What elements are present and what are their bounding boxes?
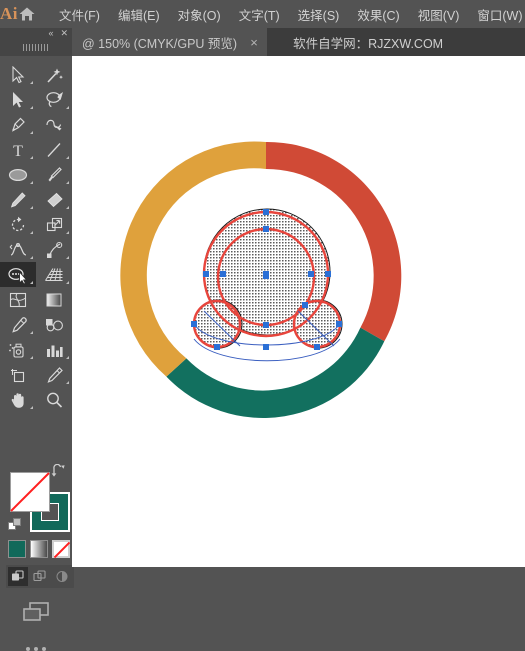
rotate-tool[interactable]	[0, 212, 36, 237]
tool-flyout-indicator	[66, 156, 69, 159]
tool-flyout-indicator	[66, 256, 69, 259]
tool-flyout-indicator	[66, 356, 69, 359]
donut-segment-green[interactable]	[166, 327, 385, 418]
swap-fill-stroke-icon[interactable]	[50, 463, 66, 484]
perspective-grid-tool[interactable]	[36, 262, 72, 287]
tool-flyout-indicator	[30, 406, 33, 409]
tool-flyout-indicator	[66, 381, 69, 384]
document-tab-bar: @ 150% (CMYK/GPU 预览) × 软件自学网：RJZXW.COM	[0, 28, 525, 56]
color-controls	[0, 460, 74, 651]
magic-wand-tool[interactable]	[36, 62, 72, 87]
scale-tool[interactable]	[36, 212, 72, 237]
draw-inside-mode-icon[interactable]	[52, 567, 72, 586]
panel-drag-grip[interactable]	[23, 44, 49, 51]
paint-mode-swatches	[8, 540, 70, 558]
slice-tool[interactable]	[36, 362, 72, 387]
tool-flyout-indicator	[30, 256, 33, 259]
document-tab[interactable]: @ 150% (CMYK/GPU 预览) ×	[72, 28, 268, 56]
tool-flyout-indicator	[30, 131, 33, 134]
menu-window[interactable]: 窗口(W)	[468, 1, 525, 28]
watermark-text: 软件自学网：RJZXW.COM	[293, 36, 444, 51]
tools-panel: T	[0, 56, 74, 651]
hand-tool[interactable]	[0, 387, 36, 412]
collapse-panel-icon[interactable]: «	[48, 29, 53, 38]
tool-flyout-indicator	[30, 281, 33, 284]
blend-tool[interactable]	[36, 312, 72, 337]
pencil-tool[interactable]	[0, 187, 36, 212]
illustrator-window: Ai 文件(F) 编辑(E) 对象(O) 文字(T) 选择(S) 效果(C) 视…	[0, 0, 525, 651]
menu-type[interactable]: 文字(T)	[230, 1, 289, 28]
tool-flyout-indicator	[66, 281, 69, 284]
pen-tool[interactable]	[0, 112, 36, 137]
tool-flyout-indicator	[30, 156, 33, 159]
menu-file[interactable]: 文件(F)	[50, 1, 109, 28]
eyedropper-tool[interactable]	[0, 312, 36, 337]
paintbrush-tool[interactable]	[36, 162, 72, 187]
drawing-modes	[6, 565, 74, 588]
lasso-tool[interactable]	[36, 87, 72, 112]
tool-flyout-indicator	[30, 206, 33, 209]
center-anchor-point	[263, 273, 269, 279]
svg-text:T: T	[13, 143, 23, 159]
edit-toolbar-button[interactable]	[0, 647, 72, 651]
symbol-sprayer-tool[interactable]	[0, 337, 36, 362]
selected-compound-path[interactable]	[191, 208, 343, 362]
eraser-tool[interactable]	[36, 187, 72, 212]
ellipse-tool[interactable]	[0, 162, 36, 187]
menu-view[interactable]: 视图(V)	[409, 1, 469, 28]
tool-flyout-indicator	[30, 81, 33, 84]
default-fill-stroke-icon[interactable]	[8, 518, 22, 537]
document-canvas[interactable]	[72, 56, 525, 567]
close-icon[interactable]: ×	[247, 35, 261, 50]
type-tool[interactable]: T	[0, 137, 36, 162]
tool-flyout-indicator	[30, 356, 33, 359]
column-graph-tool[interactable]	[36, 337, 72, 362]
line-segment-tool[interactable]	[36, 137, 72, 162]
tool-grid: T	[0, 62, 72, 412]
artboard-tool[interactable]	[0, 362, 36, 387]
menu-select[interactable]: 选择(S)	[289, 1, 349, 28]
color-swatch-none[interactable]	[52, 540, 70, 558]
shape-builder-tool[interactable]	[0, 262, 36, 287]
tool-flyout-indicator	[30, 181, 33, 184]
width-tool[interactable]	[0, 237, 36, 262]
color-swatch-solid[interactable]	[8, 540, 26, 558]
tool-flyout-indicator	[30, 231, 33, 234]
tool-flyout-indicator	[30, 331, 33, 334]
color-swatch-gradient[interactable]	[30, 540, 48, 558]
menu-bar: Ai 文件(F) 编辑(E) 对象(O) 文字(T) 选择(S) 效果(C) 视…	[0, 0, 525, 28]
mesh-tool[interactable]	[0, 287, 36, 312]
menu-object[interactable]: 对象(O)	[169, 1, 230, 28]
menu-item-list: 文件(F) 编辑(E) 对象(O) 文字(T) 选择(S) 效果(C) 视图(V…	[50, 1, 525, 28]
direct-selection-tool[interactable]	[0, 87, 36, 112]
tool-flyout-indicator	[66, 181, 69, 184]
tool-flyout-indicator	[66, 206, 69, 209]
close-panel-icon[interactable]: ✕	[60, 29, 68, 38]
toolbar-panel-header: « ✕	[0, 28, 72, 56]
free-transform-tool[interactable]	[36, 237, 72, 262]
tool-flyout-indicator	[66, 231, 69, 234]
artwork-svg	[120, 141, 402, 418]
draw-behind-mode-icon[interactable]	[30, 567, 50, 586]
menu-effect[interactable]: 效果(C)	[348, 1, 408, 28]
fill-swatch[interactable]	[10, 472, 50, 512]
menu-edit[interactable]: 编辑(E)	[109, 1, 169, 28]
curvature-tool[interactable]	[36, 112, 72, 137]
zoom-tool[interactable]	[36, 387, 72, 412]
change-screen-mode-button[interactable]	[0, 600, 72, 624]
tool-flyout-indicator	[66, 106, 69, 109]
tool-flyout-indicator	[30, 106, 33, 109]
no-fill-slash-icon	[10, 472, 50, 512]
home-icon[interactable]	[18, 0, 36, 28]
selection-tool[interactable]	[0, 62, 36, 87]
draw-normal-mode-icon[interactable]	[8, 567, 28, 586]
gradient-tool[interactable]	[36, 287, 72, 312]
ai-logo: Ai	[0, 4, 18, 23]
document-tab-label: @ 150% (CMYK/GPU 预览)	[82, 36, 238, 51]
